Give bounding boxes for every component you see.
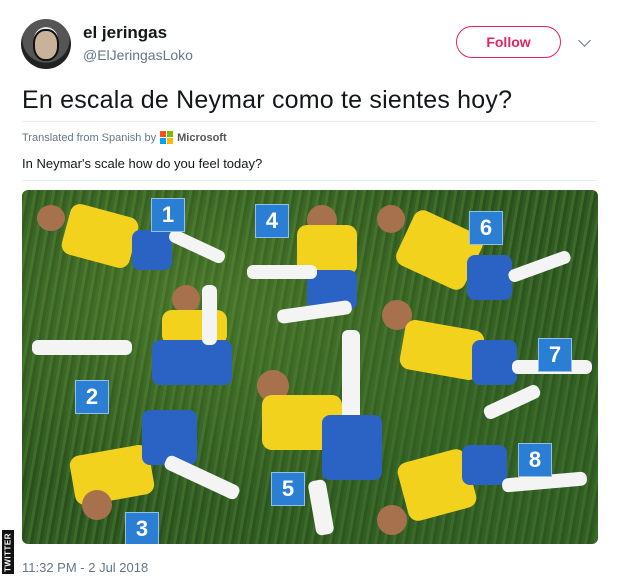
rank-badge-4: 4	[255, 204, 289, 238]
rank-badge-1: 1	[151, 198, 185, 232]
tweet-timestamp[interactable]: 11:32 PM - 2 Jul 2018	[22, 560, 148, 575]
rank-badge-6: 6	[469, 211, 503, 245]
tweet-text: En escala de Neymar como te sientes hoy?	[22, 86, 513, 114]
player-figure	[32, 285, 242, 395]
display-name[interactable]: el jeringas	[83, 23, 167, 43]
microsoft-logo-icon	[160, 131, 174, 144]
follow-button[interactable]: Follow	[456, 26, 561, 58]
divider	[22, 121, 597, 122]
watermark: TWITTER	[2, 530, 14, 574]
translated-text: In Neymar's scale how do you feel today?	[22, 156, 263, 171]
translation-attribution: Translated from Spanish by Microsoft	[22, 131, 227, 144]
player-figure	[377, 440, 592, 540]
translated-prefix: Translated from Spanish by	[22, 131, 157, 144]
chevron-down-icon[interactable]	[578, 34, 591, 47]
divider	[22, 180, 597, 181]
rank-badge-5: 5	[271, 472, 305, 506]
user-handle[interactable]: @ElJeringasLoko	[83, 47, 193, 63]
player-figure	[37, 200, 227, 280]
translator-brand[interactable]: Microsoft	[177, 132, 227, 144]
avatar[interactable]	[21, 19, 71, 69]
tweet-image[interactable]: 1 4 6 2 7 5 3 8	[22, 190, 598, 544]
rank-badge-8: 8	[518, 443, 552, 477]
rank-badge-3: 3	[125, 512, 159, 544]
rank-badge-2: 2	[75, 380, 109, 414]
rank-badge-7: 7	[538, 338, 572, 372]
player-figure	[227, 205, 377, 325]
